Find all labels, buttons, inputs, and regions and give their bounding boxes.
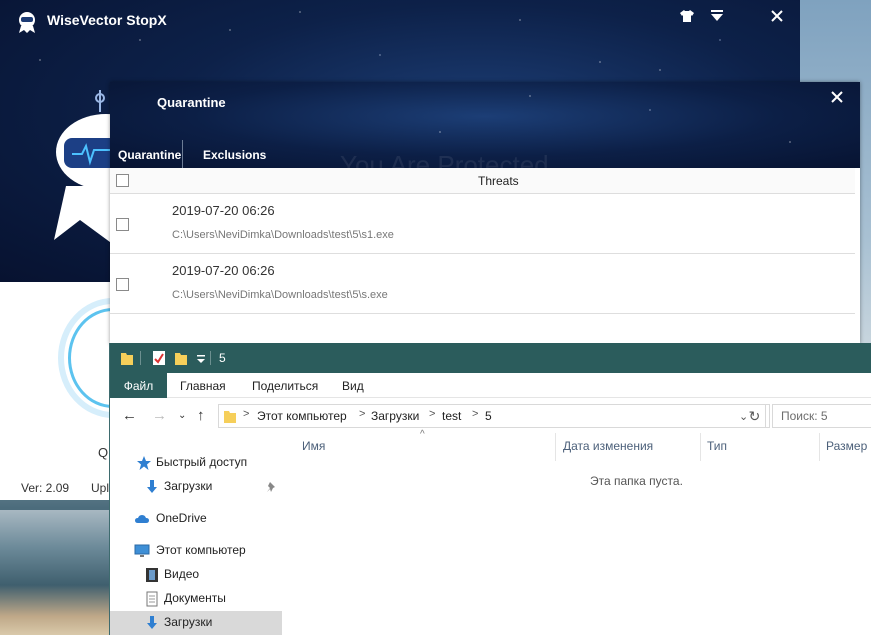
threat-date: 2019-07-20 06:26 — [172, 263, 275, 278]
sidebar-item-quick-access[interactable]: Быстрый доступ — [110, 451, 282, 475]
explorer-window: 5 Файл Главная Поделиться Вид ← → ⌄ ↑ > … — [109, 343, 871, 635]
threat-path: C:\Users\NeviDimka\Downloads\test\5\s.ex… — [172, 289, 388, 301]
column-separator[interactable] — [819, 433, 820, 461]
new-folder-icon[interactable] — [174, 350, 188, 366]
sidebar-item-label: OneDrive — [156, 511, 207, 525]
empty-folder-text: Эта папка пуста. — [590, 474, 683, 488]
table-row: 2019-07-20 06:26 C:\Users\NeviDimka\Down… — [110, 194, 855, 254]
status-text-fragment: Q — [98, 445, 109, 460]
row-checkbox[interactable] — [116, 278, 129, 291]
sidebar-item-video[interactable]: Видео — [110, 563, 282, 587]
ribbon-tab-file[interactable]: Файл — [110, 373, 167, 398]
tab-divider — [182, 140, 183, 168]
stopx-app-title: WiseVector StopX — [47, 12, 167, 28]
pin-icon[interactable] — [266, 481, 278, 493]
column-type[interactable]: Тип — [707, 439, 727, 453]
star-icon — [137, 456, 151, 470]
breadcrumb-5[interactable]: 5 — [485, 409, 492, 423]
download-arrow-icon — [147, 480, 157, 493]
qa-separator — [140, 351, 141, 365]
quarantine-dialog: You Are Protected Quarantine Quarantine … — [110, 82, 860, 344]
download-arrow-icon — [147, 616, 157, 629]
table-row: 2019-07-20 06:26 C:\Users\NeviDimka\Down… — [110, 254, 855, 314]
sidebar-item-label: Видео — [164, 567, 200, 581]
version-label: Ver: 2.09 — [21, 481, 70, 495]
select-all-checkbox[interactable] — [116, 174, 129, 187]
document-icon — [146, 591, 158, 607]
column-separator[interactable] — [700, 433, 701, 461]
robot-mascot-icon — [54, 90, 114, 245]
threat-date: 2019-07-20 06:26 — [172, 203, 275, 218]
skin-shirt-icon[interactable] — [674, 6, 700, 26]
column-size[interactable]: Размер — [826, 439, 867, 453]
column-name[interactable]: Имя — [302, 439, 325, 453]
address-bar[interactable]: > Этот компьютер > Загрузки > test > 5 ⌄ — [218, 404, 770, 428]
threats-table-header: Threats — [110, 168, 855, 194]
sidebar-item-downloads-pinned[interactable]: Загрузки — [110, 475, 282, 499]
threat-path: C:\Users\NeviDimka\Downloads\test\5\s1.e… — [172, 229, 394, 241]
explorer-window-title: 5 — [219, 351, 226, 365]
folder-icon — [121, 353, 133, 365]
qa-dropdown-icon[interactable] — [194, 350, 208, 366]
quarantine-title: Quarantine — [157, 95, 226, 110]
breadcrumb-downloads[interactable]: Загрузки — [371, 409, 419, 423]
quarantine-close-icon[interactable] — [826, 86, 848, 108]
navigation-bar: ← → ⌄ ↑ > Этот компьютер > Загрузки > te… — [110, 399, 871, 433]
update-link-fragment[interactable]: Upl — [91, 481, 109, 495]
breadcrumb-this-pc[interactable]: Этот компьютер — [257, 409, 347, 423]
back-arrow-icon[interactable]: ← — [122, 407, 137, 424]
menu-dropdown-icon[interactable] — [704, 6, 730, 26]
search-input[interactable]: Поиск: 5 — [772, 404, 871, 428]
ribbon-tab-share[interactable]: Поделиться — [252, 379, 318, 393]
ribbon-tab-view[interactable]: Вид — [342, 379, 364, 393]
sidebar-item-label: Документы — [164, 591, 226, 605]
breadcrumb-chevron-icon[interactable]: > — [243, 408, 249, 420]
properties-icon[interactable] — [152, 350, 166, 366]
film-icon — [146, 568, 158, 582]
sidebar-item-label: Загрузки — [164, 479, 213, 493]
sidebar-item-onedrive[interactable]: OneDrive — [110, 507, 282, 531]
sidebar-item-label: Загрузки — [164, 615, 213, 629]
breadcrumb-chevron-icon[interactable]: > — [359, 408, 365, 420]
ribbon-tab-home[interactable]: Главная — [180, 379, 226, 393]
stopx-logo-icon — [19, 12, 35, 33]
tab-quarantine[interactable]: Quarantine — [118, 148, 181, 162]
breadcrumb-chevron-icon[interactable]: > — [472, 408, 478, 420]
column-threats: Threats — [478, 174, 519, 188]
sidebar-item-this-pc[interactable]: Этот компьютер — [110, 539, 282, 563]
breadcrumb-chevron-icon[interactable]: > — [429, 408, 435, 420]
sort-up-icon: ^ — [420, 429, 425, 440]
navigation-pane: Быстрый доступ Загрузки OneDrive Этот ко… — [110, 433, 282, 635]
stopx-close-icon[interactable] — [764, 6, 790, 26]
row-checkbox[interactable] — [116, 218, 129, 231]
cloud-icon — [135, 515, 149, 523]
explorer-titlebar: 5 — [110, 343, 871, 373]
column-separator[interactable] — [555, 433, 556, 461]
sidebar-item-downloads[interactable]: Загрузки — [110, 611, 282, 635]
column-date-modified[interactable]: Дата изменения — [563, 439, 653, 453]
ribbon-tabs: Файл Главная Поделиться Вид — [110, 373, 871, 398]
up-arrow-icon[interactable]: ↑ — [197, 407, 205, 424]
sidebar-item-label: Этот компьютер — [156, 543, 246, 557]
address-folder-icon — [224, 411, 236, 423]
refresh-icon[interactable]: ↻ — [744, 404, 766, 428]
sidebar-item-documents[interactable]: Документы — [110, 587, 282, 611]
qa-separator — [210, 351, 211, 365]
breadcrumb-test[interactable]: test — [442, 409, 461, 423]
forward-arrow-icon[interactable]: → — [152, 407, 167, 424]
sidebar-item-label: Быстрый доступ — [156, 455, 248, 469]
recent-dropdown-icon[interactable]: ⌄ — [178, 410, 186, 421]
computer-icon — [134, 544, 150, 557]
file-list: ^ Имя Дата изменения Тип Размер Эта папк… — [282, 429, 871, 635]
tab-exclusions[interactable]: Exclusions — [203, 148, 266, 162]
